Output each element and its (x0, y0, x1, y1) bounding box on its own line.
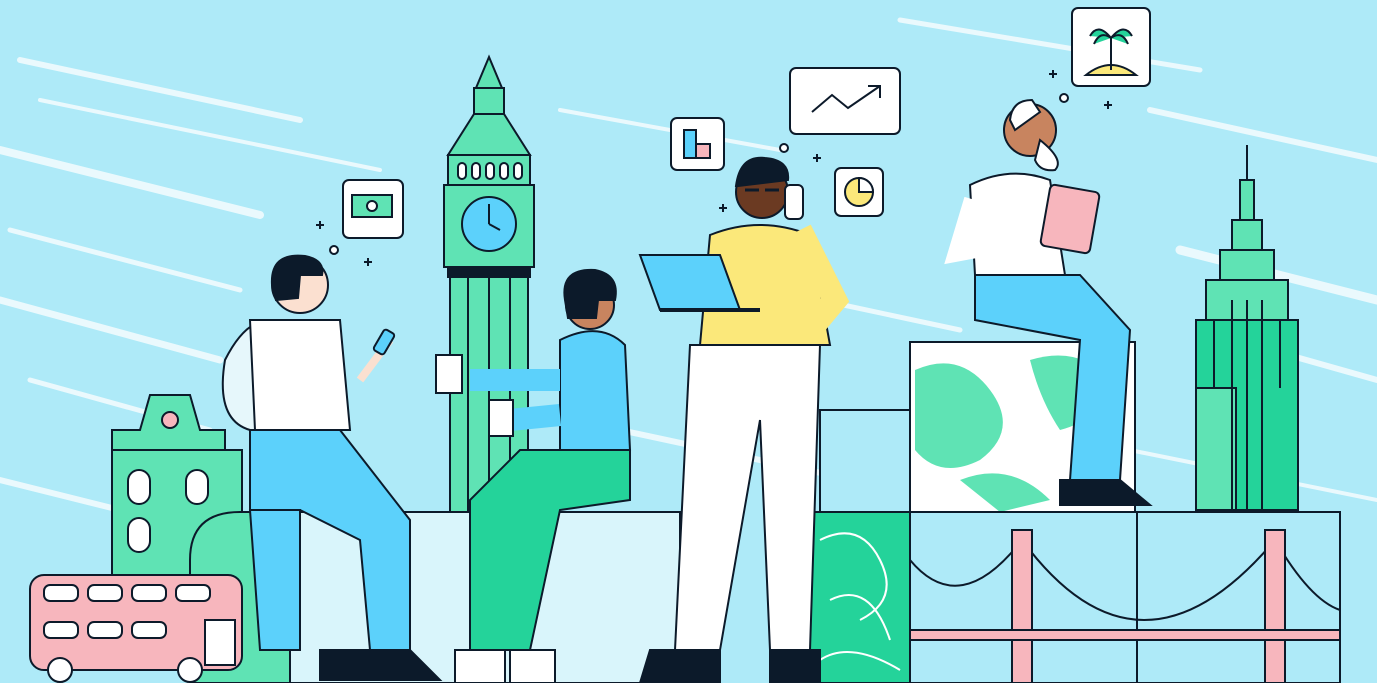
illustration-scene (0, 0, 1377, 683)
palm-tree-island-icon (1071, 7, 1151, 87)
trend-line-icon (789, 67, 901, 135)
pie-chart-icon (834, 167, 884, 217)
bar-chart-icon (670, 117, 725, 171)
double-decker-bus (29, 574, 243, 683)
illustration-svg (0, 0, 1377, 683)
money-icon (342, 179, 404, 239)
sky-block (819, 409, 911, 513)
